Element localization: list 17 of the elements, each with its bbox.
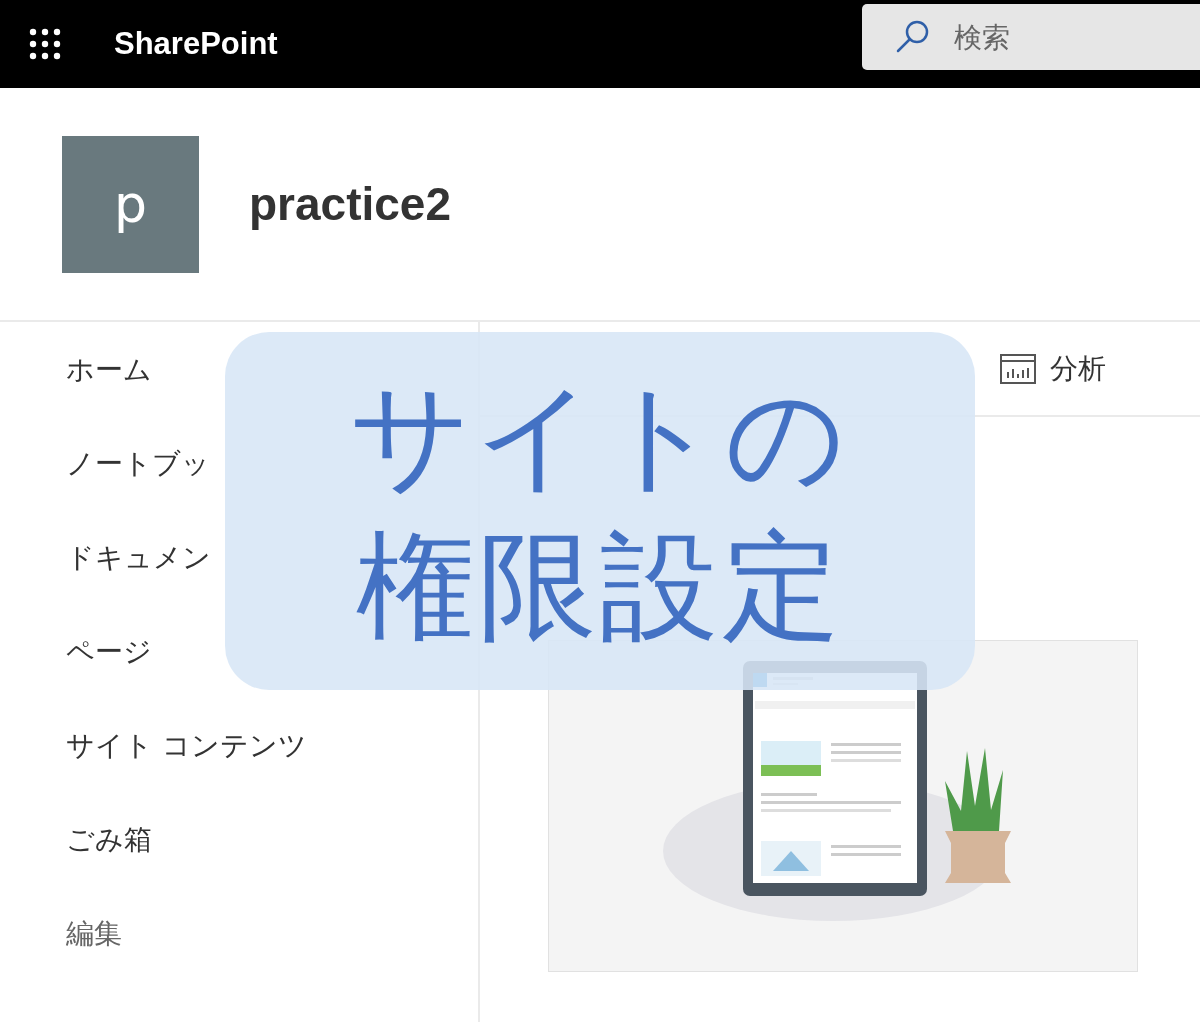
title-text: 権限設定: [356, 516, 844, 657]
site-logo[interactable]: p: [62, 135, 199, 273]
command-button[interactable]: 分析: [1000, 345, 1106, 392]
nav-link[interactable]: ごみ箱: [66, 820, 152, 860]
app-launcher-icon[interactable]: [28, 27, 62, 61]
title-text: サイトの: [350, 366, 850, 507]
app-name[interactable]: SharePoint: [114, 26, 278, 62]
edit-link[interactable]: 編集: [66, 914, 122, 954]
nav-link[interactable]: ドキュメン: [66, 538, 211, 578]
site-title[interactable]: practice2: [249, 177, 451, 231]
nav-link[interactable]: ホーム: [66, 350, 152, 390]
search-field[interactable]: 検索: [952, 19, 1156, 55]
chart-icon: [1000, 353, 1036, 384]
nav-link[interactable]: ページ: [66, 632, 152, 672]
nav-link[interactable]: ノートブッ: [66, 444, 210, 484]
search-box[interactable]: 検索: [862, 4, 1200, 70]
nav-link[interactable]: サイト コンテンツ: [66, 726, 307, 766]
